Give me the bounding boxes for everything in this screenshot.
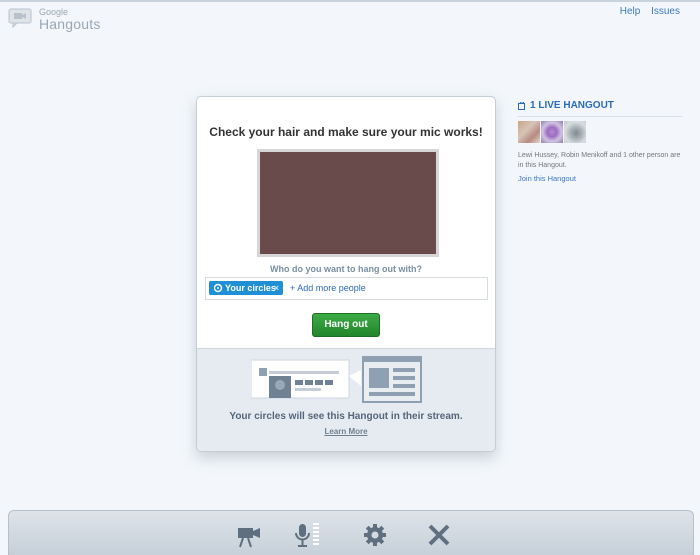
help-link[interactable]: Help [620, 6, 641, 17]
bottom-toolbar [8, 510, 694, 555]
participant-avatars [518, 121, 682, 145]
camera-preview [257, 149, 439, 257]
participants-description: Lewi Hussey, Robin Menikoff and 1 other … [518, 152, 681, 169]
divider [518, 116, 682, 117]
chip-label: Your circles [225, 283, 276, 293]
hangout-setup-card: Check your hair and make sure your mic w… [196, 96, 496, 452]
chip-remove-icon[interactable]: × [274, 281, 279, 295]
stream-notice-text: Your circles will see this Hangout in th… [229, 411, 463, 422]
add-more-people-link[interactable]: + Add more people [290, 283, 366, 293]
settings-icon[interactable] [361, 521, 389, 549]
issues-link[interactable]: Issues [651, 6, 680, 17]
join-hangout-link[interactable]: Join this Hangout [518, 174, 682, 183]
camera-icon[interactable] [235, 521, 263, 549]
stream-illustration-icon [251, 356, 422, 403]
learn-more-link[interactable]: Learn More [197, 427, 495, 436]
logo-hangouts-text: Hangouts [39, 16, 101, 32]
live-hangout-header: 1 LIVE HANGOUT [518, 100, 682, 114]
hang-out-button[interactable]: Hang out [312, 313, 380, 337]
invite-input[interactable]: Your circles × + Add more people [205, 277, 488, 300]
live-hangout-panel: 1 LIVE HANGOUT Lewi Hussey, Robin Meniko… [518, 100, 682, 183]
avatar[interactable] [541, 121, 563, 143]
avatar[interactable] [564, 121, 586, 143]
google-hangouts-logo[interactable]: Google Hangouts [8, 5, 118, 35]
avatar[interactable] [518, 121, 540, 143]
stream-notice-panel: Your circles will see this Hangout in th… [197, 348, 495, 451]
your-circles-chip[interactable]: Your circles × [209, 281, 283, 295]
invite-question: Who do you want to hang out with? [270, 264, 422, 274]
card-title: Check your hair and make sure your mic w… [209, 125, 483, 139]
circles-icon [213, 283, 223, 293]
live-hangout-title: 1 LIVE HANGOUT [530, 100, 614, 111]
close-icon[interactable] [425, 521, 453, 549]
top-links: Help Issues [612, 6, 680, 17]
video-camera-icon [518, 102, 525, 110]
hangouts-logo-icon [8, 8, 32, 28]
microphone-icon[interactable] [293, 521, 321, 549]
top-border [0, 0, 700, 2]
